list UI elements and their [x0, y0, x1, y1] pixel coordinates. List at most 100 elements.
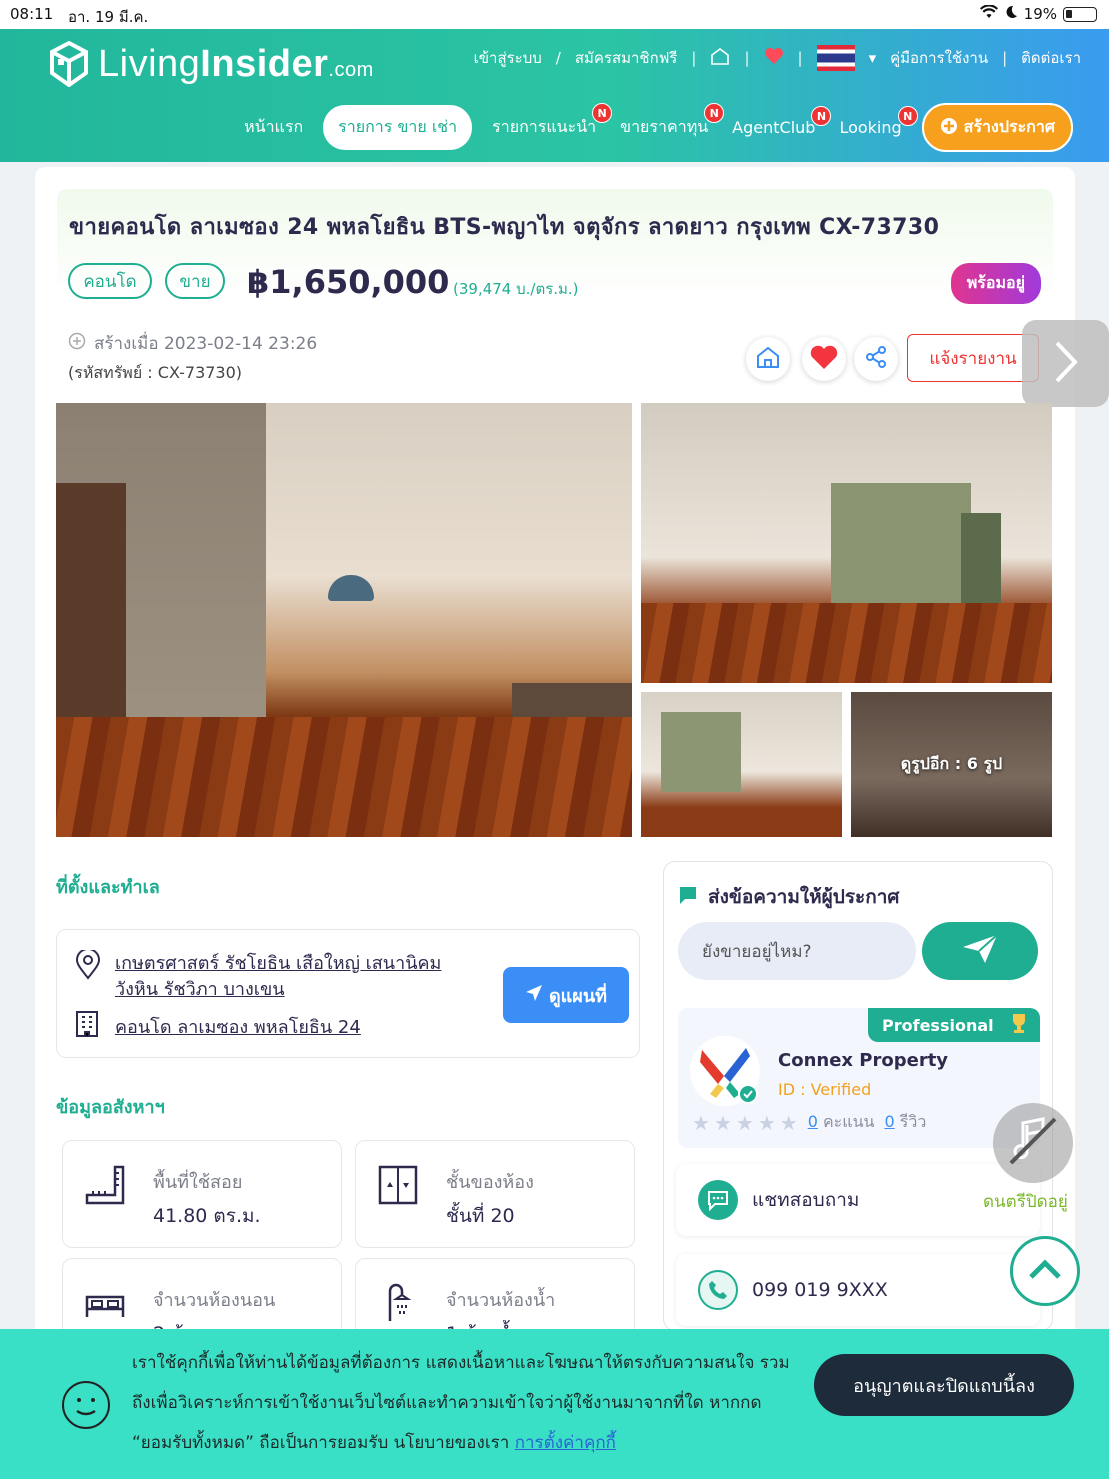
create-listing-button[interactable]: สร้างประกาศ — [921, 103, 1073, 152]
music-status-label: ดนตรีปิดอยู่ — [983, 1192, 1068, 1212]
view-map-button[interactable]: ดูแผนที่ — [503, 967, 629, 1023]
nav-label: AgentClub — [732, 118, 816, 137]
logo-part-com: .com — [328, 58, 374, 81]
logo-text: LivingInsider.com — [98, 43, 374, 86]
chat-label: แชทสอบถาม — [752, 1189, 860, 1211]
detail-label: พื้นที่ใช้สอย — [153, 1172, 243, 1193]
nav-listings[interactable]: รายการ ขาย เช่า — [323, 105, 473, 150]
cookie-text: เราใช้คุกกี้เพื่อให้ท่านได้ข้อมูลที่ต้อง… — [132, 1343, 802, 1463]
location-section-title: ที่ตั้งและทำเล — [56, 877, 160, 898]
compare-home-button[interactable] — [746, 337, 790, 381]
moon-icon — [1004, 5, 1018, 23]
details-section-title: ข้อมูลอสังหาฯ — [56, 1097, 165, 1118]
photo-lamp — [328, 575, 374, 601]
plus-circle-icon — [940, 117, 958, 139]
next-listing-button[interactable] — [1022, 320, 1109, 407]
detail-value: 41.80 ตร.ม. — [153, 1205, 261, 1227]
heart-icon[interactable] — [764, 47, 784, 69]
nav-cost-price[interactable]: ขายราคาทุน N — [616, 103, 725, 150]
score-count: 0 — [807, 1112, 818, 1131]
phone-icon — [698, 1270, 738, 1310]
message-input[interactable]: ยังขายอยู่ไหม? — [678, 922, 916, 980]
chevron-down-icon[interactable]: ▾ — [869, 49, 877, 67]
detail-label: จำนวนห้องน้ำ — [446, 1290, 556, 1311]
nav-looking[interactable]: Looking N — [835, 106, 918, 147]
nav-agentclub[interactable]: AgentClub N — [728, 106, 832, 147]
main-nav: หน้าแรก รายการ ขาย เช่า รายการแนะนำ N ขาย… — [240, 103, 1073, 152]
contact-panel: ส่งข้อความให้ผู้ประกาศ ยังขายอยู่ไหม? Pr… — [663, 861, 1053, 1331]
location-area-line2[interactable]: วังหิน รัชวิภา บางเขน — [115, 974, 285, 1003]
accept-cookies-button[interactable]: อนุญาตและปิดแถบนี้ลง — [814, 1354, 1074, 1416]
review-text[interactable]: 0 รีวิว — [884, 1110, 926, 1135]
main-photo[interactable] — [56, 403, 632, 837]
send-message-button[interactable] — [922, 922, 1038, 980]
nav-label: หน้าแรก — [244, 117, 304, 136]
photo-floor — [56, 717, 632, 837]
thai-flag-icon[interactable] — [816, 45, 855, 71]
status-bar: 08:11 อา. 19 มี.ค. 19% — [0, 0, 1109, 29]
smiley-icon — [62, 1381, 110, 1429]
trophy-icon — [1006, 1012, 1032, 1038]
music-toggle-button[interactable] — [993, 1103, 1073, 1183]
agent-avatar — [690, 1036, 760, 1106]
nav-home[interactable]: หน้าแรก — [240, 105, 307, 150]
review-label: รีวิว — [899, 1112, 927, 1131]
scroll-to-top-button[interactable] — [1010, 1236, 1080, 1306]
cookie-settings-link[interactable]: การตั้งค่าคุกกี้ — [515, 1433, 616, 1453]
listing-title: ขายคอนโด ลาเมซอง 24 พหลโยธิน BTS-พญาไท จ… — [69, 215, 940, 240]
elevator-icon — [376, 1163, 420, 1207]
detail-label: จำนวนห้องนอน — [153, 1290, 276, 1311]
heart-icon — [809, 344, 839, 374]
new-badge: N — [897, 106, 918, 126]
chat-icon — [698, 1180, 738, 1220]
top-links: เข้าสู่ระบบ / สมัครสมาชิกฟรี | | | ▾ คู่… — [474, 45, 1081, 71]
tag-sale[interactable]: ขาย — [165, 263, 225, 299]
new-badge: N — [811, 106, 832, 126]
nav-recommended[interactable]: รายการแนะนำ N — [488, 103, 613, 150]
price-per-sqm: (39,474 บ./ตร.ม.) — [453, 280, 579, 298]
home-icon[interactable] — [710, 47, 730, 69]
photo-room[interactable] — [641, 692, 842, 837]
professional-label: Professional — [882, 1015, 994, 1035]
view-map-label: ดูแผนที่ — [548, 985, 607, 1007]
chat-bubble-icon — [678, 885, 698, 910]
score-label: คะแนน — [822, 1112, 875, 1131]
share-icon — [864, 345, 888, 373]
location-box: เกษตรศาสตร์ รัชโยธิน เสือใหญ่ เสนานิคม ว… — [56, 929, 640, 1058]
tag-condo[interactable]: คอนโด — [68, 263, 152, 299]
share-button[interactable] — [854, 337, 898, 381]
site-header: LivingInsider.com เข้าสู่ระบบ / สมัครสมา… — [0, 29, 1109, 162]
favorite-button[interactable] — [802, 337, 846, 381]
project-link[interactable]: คอนโด ลาเมซอง พหลโยธิน 24 — [115, 1012, 361, 1041]
divider: | — [1002, 49, 1008, 67]
detail-label: ชั้นของห้อง — [446, 1172, 534, 1193]
score-text[interactable]: 0 คะแนน — [808, 1110, 875, 1135]
star-icon: ★ — [779, 1110, 798, 1135]
manual-link[interactable]: คู่มือการใช้งาน — [890, 46, 988, 70]
phone-number: 099 019 9XXX — [752, 1279, 888, 1301]
send-arrow-icon — [525, 984, 543, 1007]
contact-link[interactable]: ติดต่อเรา — [1021, 46, 1081, 70]
nav-label: ขายราคาทุน — [620, 117, 709, 136]
phone-button[interactable]: 099 019 9XXX — [676, 1254, 1040, 1326]
ready-badge: พร้อมอยู่ — [950, 263, 1041, 304]
home-icon — [755, 345, 781, 373]
divider: | — [797, 49, 803, 67]
register-link[interactable]: สมัครสมาชิกฟรี — [575, 46, 678, 70]
report-button[interactable]: แจ้งรายงาน — [907, 334, 1039, 382]
photo-more[interactable]: ดูรูปอีก : 6 รูป — [851, 692, 1052, 837]
new-badge: N — [592, 103, 613, 123]
agent-card[interactable]: Professional Connex Property ID : Verifi… — [678, 1008, 1040, 1148]
detail-area: พื้นที่ใช้สอย 41.80 ตร.ม. — [62, 1140, 342, 1248]
cookie-message: เราใช้คุกกี้เพื่อให้ท่านได้ข้อมูลที่ต้อง… — [132, 1353, 790, 1453]
new-badge: N — [704, 103, 725, 123]
location-area-line1[interactable]: เกษตรศาสตร์ รัชโยธิน เสือใหญ่ เสนานิคม — [115, 948, 441, 977]
login-link[interactable]: เข้าสู่ระบบ — [474, 46, 542, 70]
slash-separator: / — [555, 49, 561, 67]
site-logo[interactable]: LivingInsider.com — [50, 40, 374, 88]
photo-kitchen[interactable] — [641, 403, 1052, 683]
cookie-banner: เราใช้คุกกี้เพื่อให้ท่านได้ข้อมูลที่ต้อง… — [0, 1329, 1109, 1479]
logo-part-insider: Insider — [200, 42, 329, 85]
star-icon: ★ — [757, 1110, 776, 1135]
created-date: สร้างเมื่อ 2023-02-14 23:26 — [68, 330, 317, 357]
